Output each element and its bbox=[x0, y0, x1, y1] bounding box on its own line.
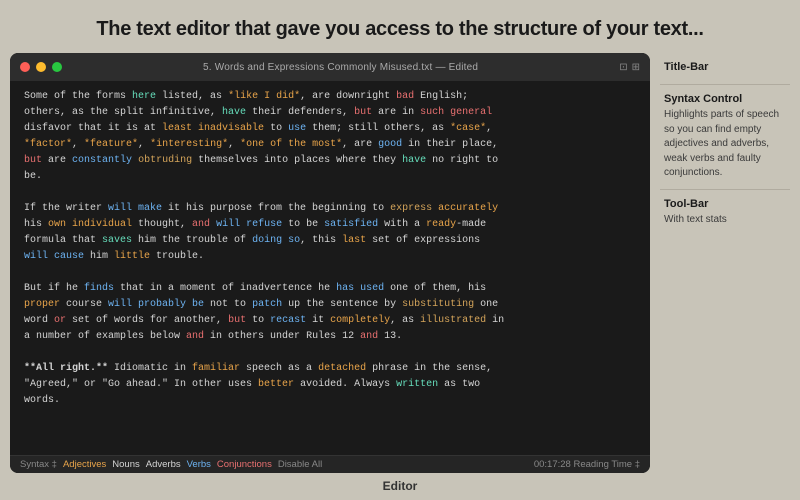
file-name: 5. Words and Expressions Commonly Misuse… bbox=[68, 62, 613, 73]
conjunctions-toggle[interactable]: Conjunctions bbox=[217, 459, 272, 470]
header-title: The text editor that gave you access to … bbox=[60, 18, 740, 41]
nouns-toggle[interactable]: Nouns bbox=[112, 459, 139, 470]
title-bar: 5. Words and Expressions Commonly Misuse… bbox=[10, 53, 650, 81]
paragraph-3: But if he finds that in a moment of inad… bbox=[24, 281, 636, 345]
adjectives-toggle[interactable]: Adjectives bbox=[63, 459, 106, 470]
sidebar-section-titlebar: Title-Bar bbox=[660, 53, 790, 85]
editor-content[interactable]: Some of the forms here listed, as *like … bbox=[10, 81, 650, 455]
sidebar-title-bar-label: Title-Bar bbox=[664, 61, 786, 73]
header: The text editor that gave you access to … bbox=[0, 0, 800, 53]
paragraph-2: If the writer will make it his purpose f… bbox=[24, 201, 636, 265]
title-bar-controls: ⊡ ⊞ bbox=[619, 62, 640, 73]
bottom-editor-label: Editor bbox=[0, 473, 800, 499]
sidebar-syntax-label: Syntax Control bbox=[664, 93, 786, 105]
editor-window: 5. Words and Expressions Commonly Misuse… bbox=[10, 53, 650, 473]
paragraph-4: **All right.** Idiomatic in familiar spe… bbox=[24, 361, 636, 409]
syntax-label[interactable]: Syntax ‡ bbox=[20, 459, 57, 470]
sidebar-section-syntax: Syntax Control Highlights parts of speec… bbox=[660, 85, 790, 190]
app-container: The text editor that gave you access to … bbox=[0, 0, 800, 499]
verbs-toggle[interactable]: Verbs bbox=[187, 459, 211, 470]
sidebar-toolbar-desc: With text stats bbox=[664, 213, 786, 228]
syntax-toolbar: Syntax ‡ Adjectives Nouns Adverbs Verbs … bbox=[10, 455, 650, 473]
reading-time: 00:17:28 Reading Time ‡ bbox=[534, 459, 640, 470]
maximize-button[interactable] bbox=[52, 62, 62, 72]
window-ctrl-1[interactable]: ⊡ bbox=[619, 62, 627, 73]
window-ctrl-2[interactable]: ⊞ bbox=[632, 62, 640, 73]
adverbs-toggle[interactable]: Adverbs bbox=[146, 459, 181, 470]
minimize-button[interactable] bbox=[36, 62, 46, 72]
sidebar: Title-Bar Syntax Control Highlights part… bbox=[660, 53, 790, 473]
disable-all-button[interactable]: Disable All bbox=[278, 459, 322, 470]
sidebar-section-toolbar: Tool-Bar With text stats bbox=[660, 190, 790, 236]
sidebar-toolbar-label: Tool-Bar bbox=[664, 198, 786, 210]
sidebar-syntax-desc: Highlights parts of speech so you can fi… bbox=[664, 108, 786, 181]
paragraph-1: Some of the forms here listed, as *like … bbox=[24, 89, 636, 185]
main-layout: 5. Words and Expressions Commonly Misuse… bbox=[0, 53, 800, 473]
close-button[interactable] bbox=[20, 62, 30, 72]
